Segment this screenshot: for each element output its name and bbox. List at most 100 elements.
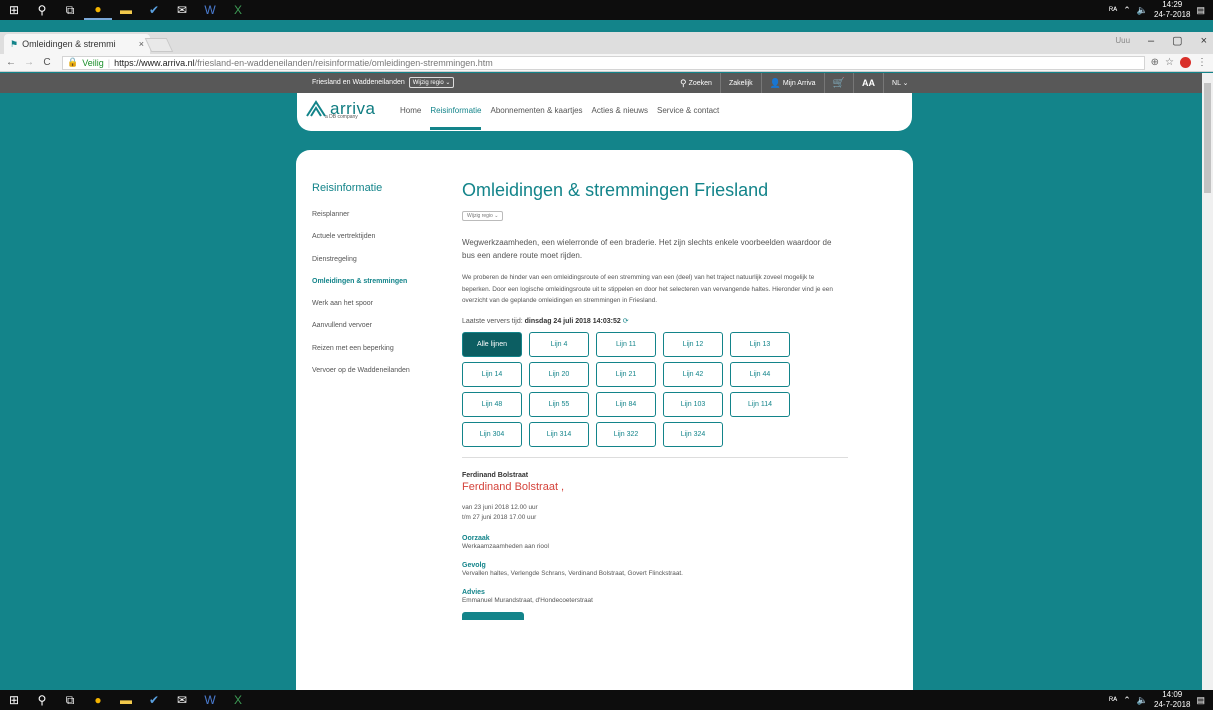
- checkmark-app-icon[interactable]: ✔: [140, 690, 168, 710]
- forward-icon[interactable]: →: [22, 57, 36, 68]
- line-filter-button[interactable]: Lijn 44: [730, 361, 790, 387]
- minimize-button[interactable]: –: [1148, 35, 1154, 47]
- line-filter-button[interactable]: Lijn 324: [663, 421, 723, 447]
- search-icon[interactable]: ⚲: [28, 690, 56, 710]
- search-link[interactable]: ⚲ Zoeken: [672, 73, 720, 93]
- sidebar-item-waddeneilanden[interactable]: Vervoer op de Waddeneilanden: [312, 367, 452, 389]
- line-filter-button[interactable]: Lijn 42: [663, 361, 723, 387]
- line-filter-button[interactable]: Lijn 11: [596, 331, 656, 357]
- search-icon[interactable]: ⚲: [28, 0, 56, 20]
- page-title: Omleidingen & stremmingen Friesland: [462, 180, 769, 200]
- nav-acties[interactable]: Acties & nieuws: [592, 106, 648, 115]
- line-filter-button[interactable]: Lijn 84: [596, 391, 656, 417]
- business-link[interactable]: Zakelijk: [719, 73, 761, 93]
- windows-start-icon[interactable]: ⊞: [0, 690, 28, 710]
- line-filter-button[interactable]: Lijn 12: [663, 331, 723, 357]
- language-indicator[interactable]: ᴿᴬ: [1109, 695, 1117, 705]
- clock[interactable]: 14:29 24-7-2018: [1154, 0, 1190, 20]
- advice-heading: Advies: [462, 588, 485, 596]
- change-region-button-small[interactable]: Wijzig regio ⌄: [462, 211, 504, 221]
- line-filter-button[interactable]: Lijn 114: [730, 391, 790, 417]
- tab-close-icon[interactable]: ×: [139, 39, 144, 49]
- url-path: /friesland-en-waddeneilanden/reisinforma…: [194, 57, 493, 68]
- page-scrollbar[interactable]: [1202, 73, 1213, 690]
- line-filter-button[interactable]: Lijn 103: [663, 391, 723, 417]
- line-filter-button[interactable]: Lijn 13: [730, 331, 790, 357]
- line-filter-button[interactable]: Lijn 48: [462, 391, 522, 417]
- font-size-link[interactable]: AA: [853, 73, 883, 93]
- change-region-button[interactable]: Wijzig regio ⌄: [408, 77, 455, 88]
- notifications-icon[interactable]: ▤: [1196, 695, 1205, 706]
- word-icon[interactable]: W: [196, 0, 224, 20]
- sidebar: Reisinformatie Reisplanner Actuele vertr…: [312, 182, 452, 389]
- user-icon: 👤: [769, 77, 781, 88]
- main-navigation: arriva a DB company Home Reisinformatie …: [297, 93, 912, 131]
- nav-reisinformatie[interactable]: Reisinformatie: [430, 106, 482, 130]
- tray-chevron-icon[interactable]: ⌃: [1123, 5, 1131, 16]
- line-filter-button[interactable]: Lijn 304: [462, 421, 522, 447]
- browser-tab[interactable]: ⚑ Omleidingen & stremmi ×: [4, 34, 150, 54]
- my-arriva-link[interactable]: 👤 Mijn Arriva: [760, 73, 824, 93]
- cart-link[interactable]: 🛒: [823, 73, 853, 93]
- task-view-icon[interactable]: ⧉: [56, 690, 84, 710]
- arriva-logo-icon: [306, 100, 326, 117]
- url-input[interactable]: 🔒 Veilig | https://www.arriva.nl/friesla…: [62, 55, 1145, 70]
- line-filter-button[interactable]: Lijn 322: [596, 421, 656, 447]
- sidebar-item-reisplanner[interactable]: Reisplanner: [312, 211, 452, 233]
- zoom-icon[interactable]: ⊕: [1151, 57, 1159, 68]
- scrollbar-thumb[interactable]: [1204, 83, 1211, 193]
- sidebar-item-aanvullend[interactable]: Aanvullend vervoer: [312, 322, 452, 344]
- language-indicator[interactable]: ᴿᴬ: [1109, 5, 1117, 15]
- sidebar-item-omleidingen[interactable]: Omleidingen & stremmingen: [312, 278, 452, 300]
- nav-service[interactable]: Service & contact: [657, 106, 719, 115]
- tab-title: Omleidingen & stremmi: [22, 39, 116, 49]
- detour-dates: van 23 juni 2018 12.00 uur t/m 27 juni 2…: [462, 503, 848, 523]
- tray-chevron-icon[interactable]: ⌃: [1123, 695, 1131, 706]
- more-info-button[interactable]: [462, 611, 524, 620]
- adblock-icon[interactable]: [1180, 57, 1191, 68]
- language-selector[interactable]: NL ⌄: [883, 73, 917, 93]
- checkmark-app-icon[interactable]: ✔: [140, 0, 168, 20]
- browser-tab-strip: ⚑ Omleidingen & stremmi × Uuu – ▢ ×: [0, 32, 1213, 54]
- notifications-icon[interactable]: ▤: [1196, 5, 1205, 16]
- chrome-icon[interactable]: ●: [84, 0, 112, 20]
- chrome-icon[interactable]: ●: [84, 690, 112, 710]
- business-label: Zakelijk: [728, 79, 753, 87]
- mail-icon[interactable]: ✉: [168, 690, 196, 710]
- font-size-label: AA: [862, 78, 876, 88]
- lock-icon: 🔒: [67, 57, 79, 67]
- close-window-button[interactable]: ×: [1201, 35, 1207, 47]
- back-icon[interactable]: ←: [4, 57, 18, 68]
- excel-icon[interactable]: X: [224, 0, 252, 20]
- refresh-icon[interactable]: ⟳: [623, 318, 629, 325]
- sidebar-item-vertrektijden[interactable]: Actuele vertrektijden: [312, 233, 452, 255]
- menu-dots-icon[interactable]: ⋮: [1197, 57, 1207, 68]
- line-filter-button[interactable]: Lijn 21: [596, 361, 656, 387]
- reload-icon[interactable]: C: [40, 57, 54, 68]
- windows-start-icon[interactable]: ⊞: [0, 0, 28, 20]
- sidebar-item-dienstregeling[interactable]: Dienstregeling: [312, 256, 452, 278]
- volume-icon[interactable]: 🔈: [1137, 695, 1148, 706]
- maximize-button[interactable]: ▢: [1172, 34, 1182, 47]
- clock[interactable]: 14:09 24-7-2018: [1154, 690, 1190, 710]
- line-filter-button[interactable]: Lijn 4: [529, 331, 589, 357]
- word-icon[interactable]: W: [196, 690, 224, 710]
- line-filter-button[interactable]: Alle lijnen: [462, 331, 522, 357]
- nav-abonnementen[interactable]: Abonnementen & kaartjes: [490, 106, 582, 115]
- bookmark-star-icon[interactable]: ☆: [1165, 57, 1174, 68]
- line-filter-button[interactable]: Lijn 314: [529, 421, 589, 447]
- line-filter-button[interactable]: Lijn 55: [529, 391, 589, 417]
- sidebar-item-spoor[interactable]: Werk aan het spoor: [312, 300, 452, 322]
- nav-home[interactable]: Home: [400, 106, 421, 115]
- volume-icon[interactable]: 🔈: [1137, 5, 1148, 16]
- mail-icon[interactable]: ✉: [168, 0, 196, 20]
- line-filter-button[interactable]: Lijn 14: [462, 361, 522, 387]
- file-explorer-icon[interactable]: ▬: [112, 690, 140, 710]
- excel-icon[interactable]: X: [224, 690, 252, 710]
- profile-button[interactable]: Uuu: [1115, 36, 1130, 45]
- task-view-icon[interactable]: ⧉: [56, 0, 84, 20]
- detour-street-title[interactable]: Ferdinand Bolstraat ,: [462, 481, 848, 493]
- line-filter-button[interactable]: Lijn 20: [529, 361, 589, 387]
- file-explorer-icon[interactable]: ▬: [112, 0, 140, 20]
- sidebar-item-beperking[interactable]: Reizen met een beperking: [312, 345, 452, 367]
